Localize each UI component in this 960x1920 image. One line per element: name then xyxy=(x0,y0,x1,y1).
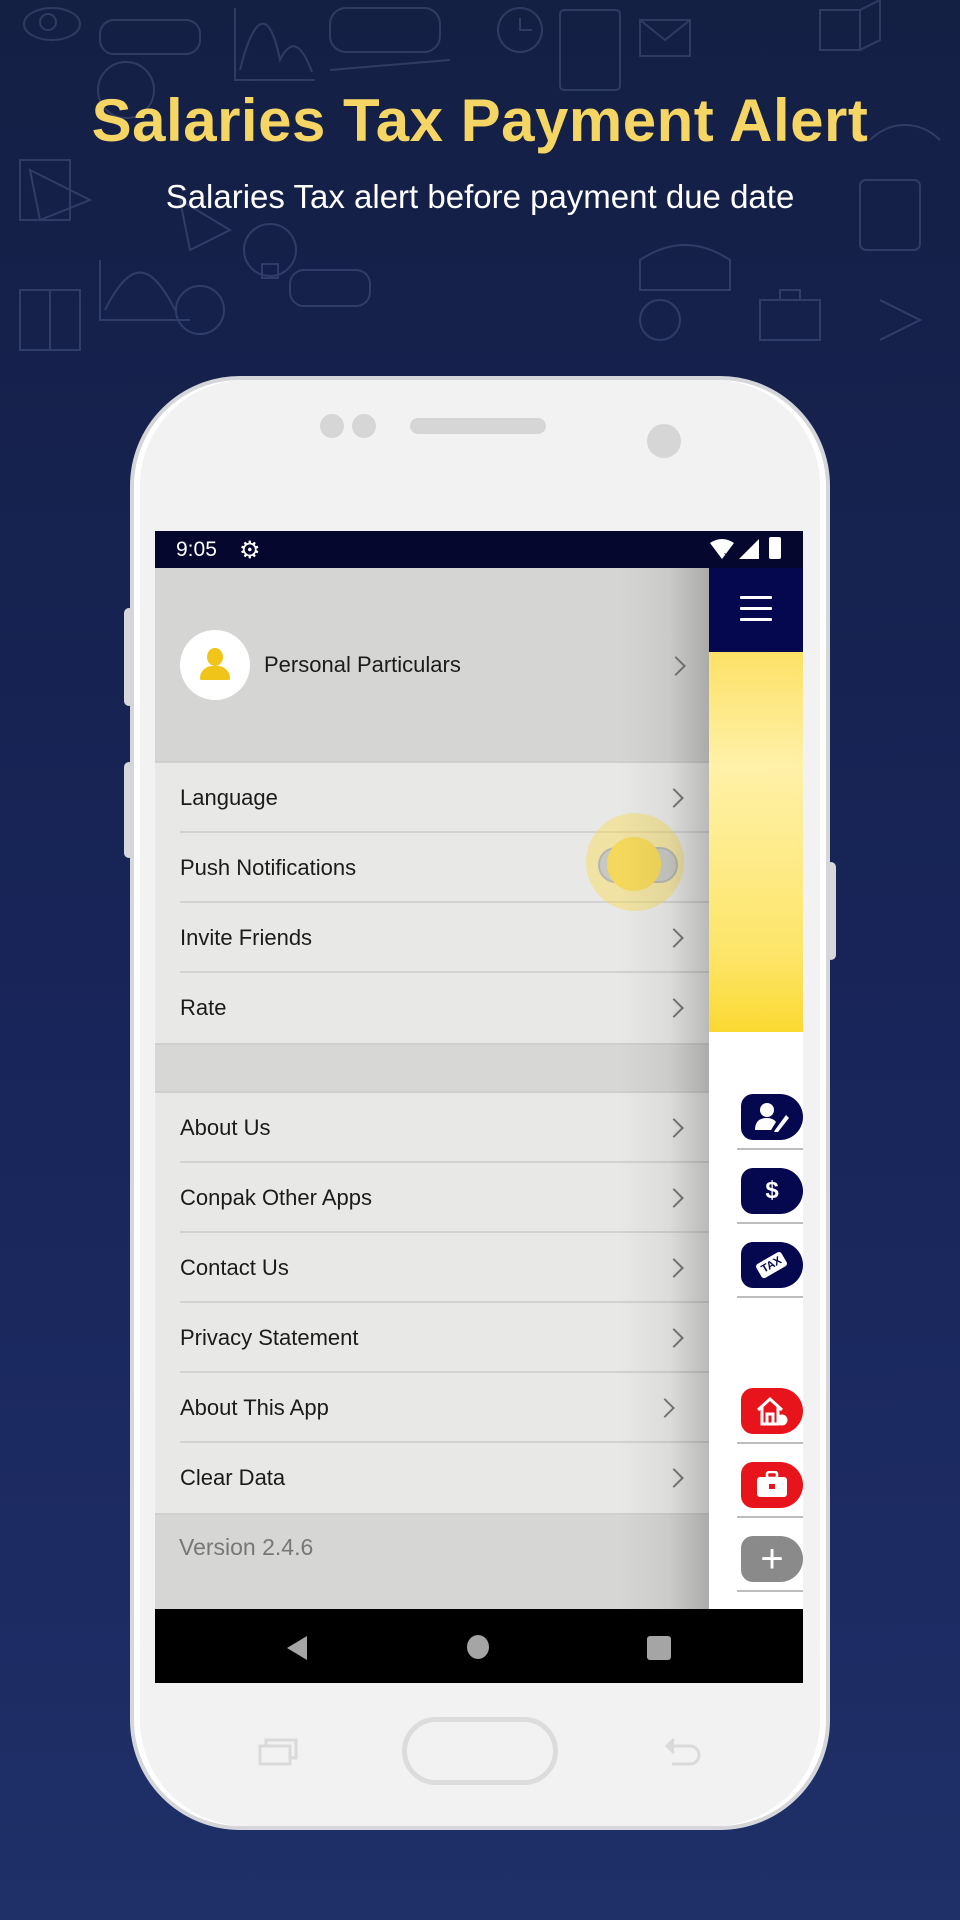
version-label: Version 2.4.6 xyxy=(179,1534,314,1560)
chevron-right-icon xyxy=(664,998,684,1018)
app-banner xyxy=(709,652,803,1032)
user-icon xyxy=(180,630,250,700)
chevron-right-icon xyxy=(664,1468,684,1488)
menu-label: Clear Data xyxy=(180,1465,286,1490)
separator xyxy=(737,1442,803,1444)
menu-label: Language xyxy=(180,785,278,810)
chevron-right-icon xyxy=(664,1328,684,1348)
recent-apps-icon[interactable] xyxy=(647,1636,671,1660)
home-icon[interactable] xyxy=(467,1635,489,1659)
plus-glyph: + xyxy=(760,1536,784,1581)
wifi-off-icon: x xyxy=(710,539,734,559)
phone-speaker xyxy=(410,418,546,434)
drawer-item-privacy-statement[interactable]: Privacy Statement xyxy=(155,1303,709,1373)
drawer-item-about-us[interactable]: About Us xyxy=(155,1093,709,1163)
separator xyxy=(737,1516,803,1518)
hw-recent-apps-icon xyxy=(258,1738,298,1766)
promo-title: Salaries Tax Payment Alert xyxy=(91,87,869,154)
hw-back-icon xyxy=(664,1737,701,1766)
separator xyxy=(737,1590,803,1592)
separator xyxy=(737,1222,803,1224)
phone-camera xyxy=(647,424,681,458)
toggle-thumb[interactable] xyxy=(607,837,661,891)
system-nav-bar xyxy=(155,1609,803,1683)
phone-sensor xyxy=(352,414,376,438)
chevron-right-icon xyxy=(664,1258,684,1278)
dollar-icon[interactable]: $ xyxy=(741,1168,803,1214)
menu-label: Conpak Other Apps xyxy=(180,1185,373,1210)
app-toolbar xyxy=(709,568,803,652)
drawer-item-about-this-app[interactable]: About This App xyxy=(155,1373,709,1443)
menu-label: About This App xyxy=(180,1395,329,1420)
back-icon[interactable] xyxy=(287,1636,307,1660)
chevron-right-icon xyxy=(664,1188,684,1208)
phone-sensor xyxy=(320,414,344,438)
status-bar: 9:05 ⚙ x xyxy=(155,531,803,568)
battery-charging-icon xyxy=(769,537,781,559)
menu-label: Contact Us xyxy=(180,1255,289,1280)
plus-icon[interactable]: + xyxy=(741,1536,803,1582)
background-doodles xyxy=(19,0,941,351)
chevron-right-icon xyxy=(664,788,684,808)
promo-subtitle: Salaries Tax alert before payment due da… xyxy=(165,178,795,215)
drawer-item-contact-us[interactable]: Contact Us xyxy=(155,1233,709,1303)
gear-icon: ⚙ xyxy=(239,537,261,564)
briefcase-icon[interactable] xyxy=(741,1462,803,1508)
app-shortcut-column: $ TAX + xyxy=(709,1032,803,1602)
drawer-item-personal-particulars[interactable]: Personal Particulars xyxy=(155,568,709,763)
tax-tag-icon[interactable]: TAX xyxy=(741,1242,803,1288)
chevron-right-icon xyxy=(664,1118,684,1138)
dollar-glyph: $ xyxy=(765,1177,779,1204)
drawer-item-rate[interactable]: Rate xyxy=(155,973,709,1043)
svg-text:x: x xyxy=(724,550,729,559)
drawer-item-clear-data[interactable]: Clear Data xyxy=(155,1443,709,1513)
separator xyxy=(737,1148,803,1150)
section-gap xyxy=(155,1043,709,1093)
drawer-item-conpak-other-apps[interactable]: Conpak Other Apps xyxy=(155,1163,709,1233)
chevron-right-icon xyxy=(655,1398,675,1418)
navigation-drawer: Personal Particulars Language Push Notif… xyxy=(155,568,709,1609)
tax-glyph: TAX xyxy=(755,1250,789,1280)
chevron-right-icon xyxy=(664,928,684,948)
menu-label: Rate xyxy=(180,995,227,1020)
hw-home-button xyxy=(402,1717,558,1785)
menu-label: Push Notifications xyxy=(180,855,357,880)
menu-label: About Us xyxy=(180,1115,271,1140)
edit-profile-icon[interactable] xyxy=(741,1094,803,1140)
drawer-item-invite-friends[interactable]: Invite Friends xyxy=(155,903,709,973)
profile-label: Personal Particulars xyxy=(264,652,461,677)
hamburger-menu-icon[interactable] xyxy=(740,596,772,621)
separator xyxy=(737,1296,803,1298)
menu-label: Privacy Statement xyxy=(180,1325,359,1350)
version-footer: Version 2.4.6 xyxy=(155,1513,709,1609)
phone-screen: 9:05 ⚙ x $ TAX + Personal Particulars La… xyxy=(155,531,803,1683)
home-add-icon[interactable] xyxy=(741,1388,803,1434)
signal-icon xyxy=(739,539,759,559)
menu-label: Invite Friends xyxy=(180,925,313,950)
chevron-right-icon xyxy=(666,656,686,676)
status-time: 9:05 xyxy=(176,538,217,561)
